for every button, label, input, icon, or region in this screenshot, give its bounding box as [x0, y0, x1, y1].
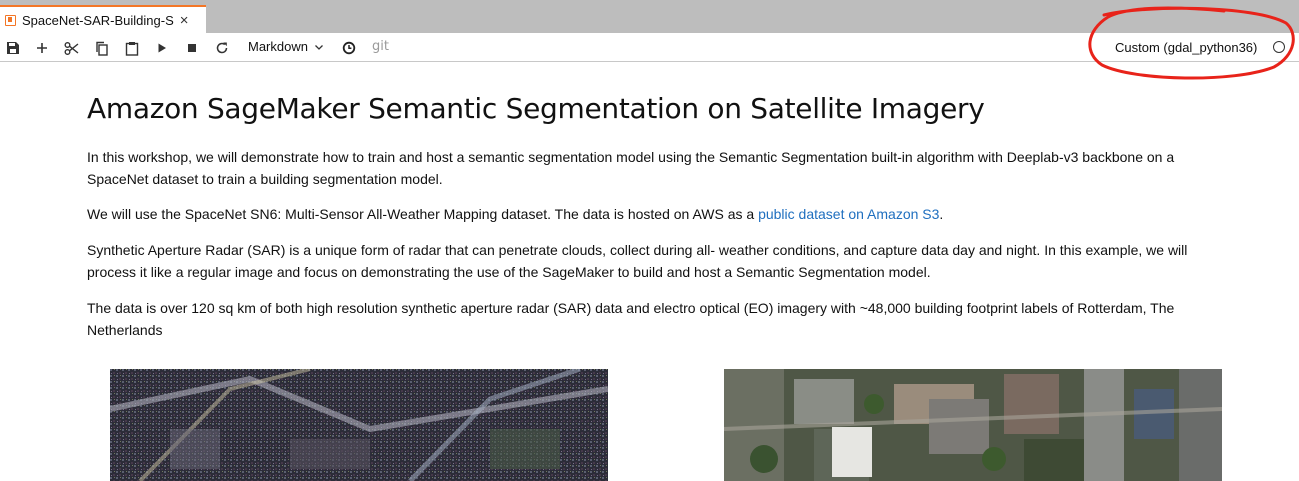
stop-button[interactable] [182, 38, 202, 58]
run-button[interactable] [152, 38, 172, 58]
close-icon[interactable]: × [180, 13, 189, 28]
copy-icon [96, 41, 108, 56]
stop-icon [188, 44, 196, 52]
sar-image [110, 369, 608, 481]
notebook-icon [5, 14, 16, 26]
cut-icon [64, 41, 78, 55]
run-icon [158, 43, 166, 53]
tab-title: SpaceNet-SAR-Building-S [22, 12, 174, 28]
clock-icon [342, 41, 356, 55]
dataset-text-end: . [939, 206, 944, 222]
save-icon [7, 42, 19, 54]
cell-type-value: Markdown [248, 39, 308, 54]
public-dataset-link[interactable]: public dataset on Amazon S3 [758, 206, 939, 222]
dataset-paragraph: We will use the SpaceNet SN6: Multi-Sens… [87, 203, 1227, 225]
chevron-down-icon [315, 44, 323, 50]
dataset-text: We will use the SpaceNet SN6: Multi-Sens… [87, 206, 759, 222]
kernel-status-icon [1273, 41, 1285, 53]
paste-button[interactable] [122, 38, 142, 58]
kernel-name[interactable]: Custom (gdal_python36) [1115, 40, 1257, 55]
notebook-heading: Amazon SageMaker Semantic Segmentation o… [87, 92, 985, 125]
cell-type-dropdown[interactable]: Markdown [248, 39, 324, 54]
restart-icon [216, 42, 228, 54]
intro-paragraph: In this workshop, we will demonstrate ho… [87, 149, 1175, 187]
data-paragraph: The data is over 120 sq km of both high … [87, 300, 1175, 338]
add-cell-button[interactable] [32, 38, 52, 58]
add-cell-icon [37, 43, 47, 53]
paste-icon [125, 41, 139, 56]
sar-paragraph: Synthetic Aperture Radar (SAR) is a uniq… [87, 242, 1188, 280]
tab-bar: SpaceNet-SAR-Building-S × [0, 0, 1299, 33]
cut-button[interactable] [61, 38, 81, 58]
git-button[interactable]: git [372, 39, 389, 54]
restart-button[interactable] [212, 38, 232, 58]
notebook-toolbar: Markdown git Custom (gdal_python36) [0, 33, 1299, 62]
clock-button[interactable] [339, 38, 359, 58]
notebook-tab[interactable]: SpaceNet-SAR-Building-S × [0, 5, 206, 33]
eo-image [724, 369, 1222, 481]
copy-button[interactable] [92, 38, 112, 58]
save-button[interactable] [3, 38, 23, 58]
